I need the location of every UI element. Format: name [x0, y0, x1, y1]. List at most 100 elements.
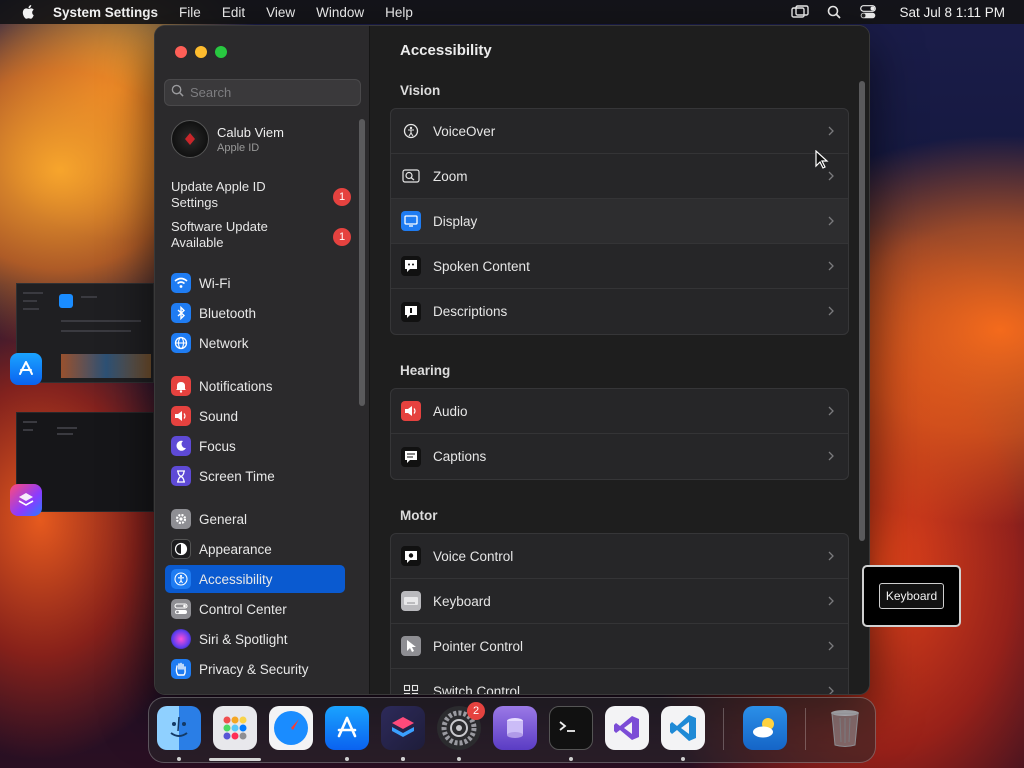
- menu-help[interactable]: Help: [385, 5, 413, 20]
- spotlight-search-icon[interactable]: [825, 3, 843, 21]
- sidebar-item-network[interactable]: Network: [165, 329, 345, 357]
- menu-edit[interactable]: Edit: [222, 5, 245, 20]
- running-indicator: [681, 757, 685, 761]
- sidebar-item-label: Sound: [199, 408, 239, 424]
- sidebar-item-siri-spotlight[interactable]: Siri & Spotlight: [165, 625, 345, 653]
- row-label: Descriptions: [433, 304, 508, 319]
- sidebar-item-notifications[interactable]: Notifications: [165, 372, 345, 400]
- shortcuts-icon[interactable]: [381, 706, 425, 750]
- content-scrollbar[interactable]: [859, 81, 865, 541]
- sidebar-item-focus[interactable]: Focus: [165, 432, 345, 460]
- sidebar-item-bluetooth[interactable]: Bluetooth: [165, 299, 345, 327]
- minimize-button[interactable]: [195, 46, 207, 58]
- row-audio[interactable]: Audio: [391, 389, 848, 434]
- keyboard-viewer-panel[interactable]: Keyboard: [862, 565, 961, 627]
- vision-group: VoiceOver Zoom Display Spoken Content De…: [390, 108, 849, 335]
- menu-app-name[interactable]: System Settings: [53, 5, 158, 20]
- chevron-right-icon: [826, 594, 836, 608]
- sidebar-item-accessibility[interactable]: Accessibility: [165, 565, 345, 593]
- safari-icon[interactable]: [269, 706, 313, 750]
- hearing-group: Audio Captions: [390, 388, 849, 480]
- switch-control-icon: [401, 682, 421, 694]
- fullscreen-button[interactable]: [215, 46, 227, 58]
- chevron-right-icon: [826, 124, 836, 138]
- sidebar-item-sound[interactable]: Sound: [165, 402, 345, 430]
- apple-logo-icon[interactable]: [19, 4, 37, 20]
- hand-icon: [171, 659, 191, 679]
- sidebar-item-appearance[interactable]: Appearance: [165, 535, 345, 563]
- running-indicator: [401, 757, 405, 761]
- finder-icon[interactable]: [157, 706, 201, 750]
- menu-bar: System Settings File Edit View Window He…: [0, 0, 1024, 24]
- sidebar-item-label: General: [199, 511, 248, 527]
- sidebar-item-wifi[interactable]: Wi-Fi: [165, 269, 345, 297]
- mouse-cursor-icon: [815, 149, 829, 170]
- notification-badge: 1: [333, 188, 351, 206]
- trash-icon[interactable]: [823, 706, 867, 750]
- sidebar-item-label: Notifications: [199, 378, 273, 394]
- sidebar-item-general[interactable]: General: [165, 505, 345, 533]
- captions-icon: [401, 446, 421, 467]
- chevron-right-icon: [826, 259, 836, 273]
- sidebar-scrollbar[interactable]: [359, 119, 365, 406]
- shortcuts-thumb-icon[interactable]: [10, 484, 42, 516]
- update-apple-id-item[interactable]: Update Apple ID Settings 1: [171, 179, 351, 211]
- row-label: VoiceOver: [433, 123, 496, 139]
- menu-view[interactable]: View: [266, 5, 295, 20]
- launchpad-icon[interactable]: [213, 706, 257, 750]
- row-captions[interactable]: Captions: [391, 434, 848, 479]
- apple-configurator-icon[interactable]: [493, 706, 537, 750]
- software-update-item[interactable]: Software Update Available 1: [171, 219, 351, 251]
- row-zoom[interactable]: Zoom: [391, 154, 848, 199]
- row-spoken-content[interactable]: Spoken Content: [391, 244, 848, 289]
- terminal-icon[interactable]: [549, 706, 593, 750]
- menu-clock[interactable]: Sat Jul 8 1:11 PM: [899, 5, 1005, 20]
- dock-focus-indicator: [209, 758, 261, 761]
- sidebar-item-privacy-security[interactable]: Privacy & Security: [165, 655, 345, 683]
- bluetooth-icon: [171, 303, 191, 323]
- row-pointer-control[interactable]: Pointer Control: [391, 624, 848, 669]
- row-label: Spoken Content: [433, 258, 530, 274]
- accessibility-icon: [171, 569, 191, 589]
- running-indicator: [345, 757, 349, 761]
- app-store-thumb-icon[interactable]: [10, 353, 42, 385]
- account-name: Calub Viem: [217, 124, 284, 140]
- sidebar-item-label: Accessibility: [199, 571, 273, 587]
- row-label: Audio: [433, 403, 468, 419]
- close-button[interactable]: [175, 46, 187, 58]
- search-input[interactable]: [190, 85, 350, 100]
- control-center-toggle-icon[interactable]: [859, 3, 877, 21]
- menu-window[interactable]: Window: [316, 5, 364, 20]
- visual-studio-code-icon[interactable]: [661, 706, 705, 750]
- chevron-right-icon: [826, 549, 836, 563]
- row-label: Switch Control: [433, 684, 521, 695]
- app-store-icon[interactable]: [325, 706, 369, 750]
- sidebar-item-control-center[interactable]: Control Center: [165, 595, 345, 623]
- spoken-content-icon: [401, 256, 421, 276]
- voiceover-icon: [401, 121, 421, 141]
- apple-id-account[interactable]: Calub Viem Apple ID: [171, 120, 284, 158]
- system-settings-window: Calub Viem Apple ID Update Apple ID Sett…: [154, 25, 870, 695]
- hourglass-icon: [171, 466, 191, 486]
- weather-icon[interactable]: [743, 706, 787, 750]
- keyboard-icon: [401, 591, 421, 611]
- running-indicator: [457, 757, 461, 761]
- descriptions-icon: [401, 301, 421, 322]
- row-display[interactable]: Display: [391, 199, 848, 244]
- row-switch-control[interactable]: Switch Control: [391, 669, 848, 695]
- search-field[interactable]: [164, 79, 361, 106]
- audio-icon: [401, 401, 421, 421]
- row-voiceover[interactable]: VoiceOver: [391, 109, 848, 154]
- chevron-right-icon: [826, 169, 836, 183]
- visual-studio-icon[interactable]: [605, 706, 649, 750]
- row-voice-control[interactable]: Voice Control: [391, 534, 848, 579]
- system-settings-dock-icon[interactable]: 2: [437, 702, 485, 750]
- sidebar-item-screen-time[interactable]: Screen Time: [165, 462, 345, 490]
- dock-separator: [723, 708, 724, 750]
- row-keyboard[interactable]: Keyboard: [391, 579, 848, 624]
- menu-file[interactable]: File: [179, 5, 201, 20]
- row-descriptions[interactable]: Descriptions: [391, 289, 848, 334]
- screen-mirroring-icon[interactable]: [791, 3, 810, 21]
- row-label: Voice Control: [433, 548, 514, 564]
- zoom-icon: [401, 166, 421, 186]
